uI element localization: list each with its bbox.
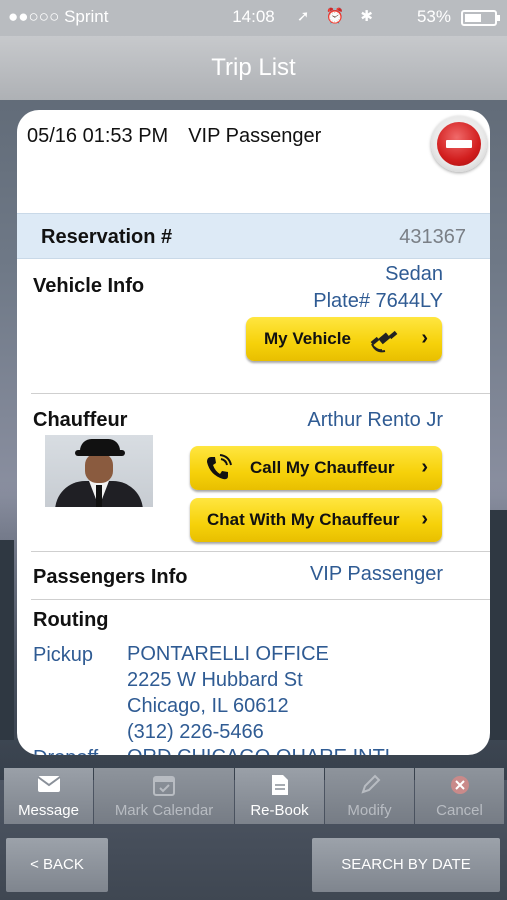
chauffeur-name: Arthur Rento Jr — [307, 409, 443, 431]
page-title: Trip List — [0, 36, 507, 100]
chevron-right-icon: › — [421, 327, 428, 349]
document-icon — [268, 774, 292, 796]
call-chauffeur-button[interactable]: Call My Chauffeur › — [190, 446, 442, 490]
dropoff-label: Dropoff — [33, 747, 98, 755]
chauffeur-photo — [45, 435, 153, 507]
back-button[interactable]: < BACK — [6, 838, 108, 892]
divider — [31, 551, 490, 552]
cancel-trip-button[interactable] — [431, 116, 487, 172]
chevron-right-icon: › — [421, 456, 428, 478]
status-bar: ●●○○○ Sprint 14:08 ➚ ⏰ ✱ 53% — [0, 0, 507, 36]
battery-percent: 53% — [416, 7, 451, 26]
tab-mark-calendar[interactable]: Mark Calendar — [94, 768, 234, 824]
pickup-street: 2225 W Hubbard St — [127, 669, 303, 691]
divider — [31, 393, 490, 394]
battery-icon — [461, 10, 500, 26]
chat-chauffeur-button[interactable]: Chat With My Chauffeur › — [190, 498, 442, 542]
dropoff-name: ORD CHICAGO OHARE INTL — [127, 744, 396, 755]
tab-cancel-label: Cancel — [436, 802, 483, 819]
tab-message[interactable]: Message — [4, 768, 93, 824]
cancel-icon — [448, 774, 472, 796]
location-alarm-bluetooth-icons: ➚ ⏰ ✱ — [296, 8, 379, 25]
my-vehicle-button[interactable]: My Vehicle › — [246, 317, 442, 361]
trip-passenger-type: VIP Passenger — [188, 125, 322, 147]
pickup-city: Chicago, IL 60612 — [127, 695, 289, 717]
tab-re-book[interactable]: Re-Book — [235, 768, 324, 824]
vehicle-info-label: Vehicle Info — [33, 275, 145, 297]
pickup-name: PONTARELLI OFFICE — [127, 643, 329, 665]
divider — [31, 599, 490, 600]
action-tab-bar: Message Mark Calendar Re-Book Modify Can… — [0, 768, 507, 824]
calendar-icon — [152, 774, 176, 796]
background-building — [490, 510, 507, 740]
minus-icon — [437, 122, 481, 166]
vehicle-plate: Plate# 7644LY — [313, 290, 443, 312]
passengers-value: VIP Passenger — [309, 563, 443, 585]
reservation-number: 431367 — [399, 226, 466, 248]
chevron-right-icon: › — [421, 508, 428, 530]
my-vehicle-label: My Vehicle — [264, 329, 351, 348]
chauffeur-label: Chauffeur — [33, 409, 128, 431]
trip-datetime: 05/16 01:53 PM — [27, 125, 169, 147]
tab-cancel[interactable]: Cancel — [415, 768, 504, 824]
pickup-phone[interactable]: (312) 226-5466 — [127, 719, 329, 745]
passengers-info-label: Passengers Info — [33, 566, 188, 588]
tab-modify-label: Modify — [347, 802, 392, 819]
envelope-icon — [36, 774, 61, 796]
satellite-icon — [370, 325, 400, 353]
search-by-date-button[interactable]: SEARCH BY DATE — [312, 838, 500, 892]
reservation-label: Reservation # — [41, 226, 173, 248]
phone-icon — [204, 454, 232, 482]
tab-modify[interactable]: Modify — [325, 768, 414, 824]
pencil-icon — [358, 774, 382, 796]
tab-re-book-label: Re-Book — [250, 802, 309, 819]
trip-card: 05/16 01:53 PM VIP Passenger Reservation … — [17, 110, 490, 755]
vehicle-type: Sedan — [385, 263, 443, 285]
reservation-row: Reservation # 431367 — [17, 213, 490, 259]
tab-message-label: Message — [18, 802, 79, 819]
pickup-label: Pickup — [33, 644, 94, 666]
tab-mark-calendar-label: Mark Calendar — [114, 802, 214, 819]
chat-chauffeur-label: Chat With My Chauffeur — [207, 510, 400, 529]
pickup-address: PONTARELLI OFFICE 2225 W Hubbard St Chic… — [127, 641, 329, 745]
call-chauffeur-label: Call My Chauffeur — [250, 458, 395, 477]
trip-header: 05/16 01:53 PM VIP Passenger — [27, 125, 321, 148]
background-building — [0, 540, 14, 740]
routing-label: Routing — [33, 609, 109, 631]
